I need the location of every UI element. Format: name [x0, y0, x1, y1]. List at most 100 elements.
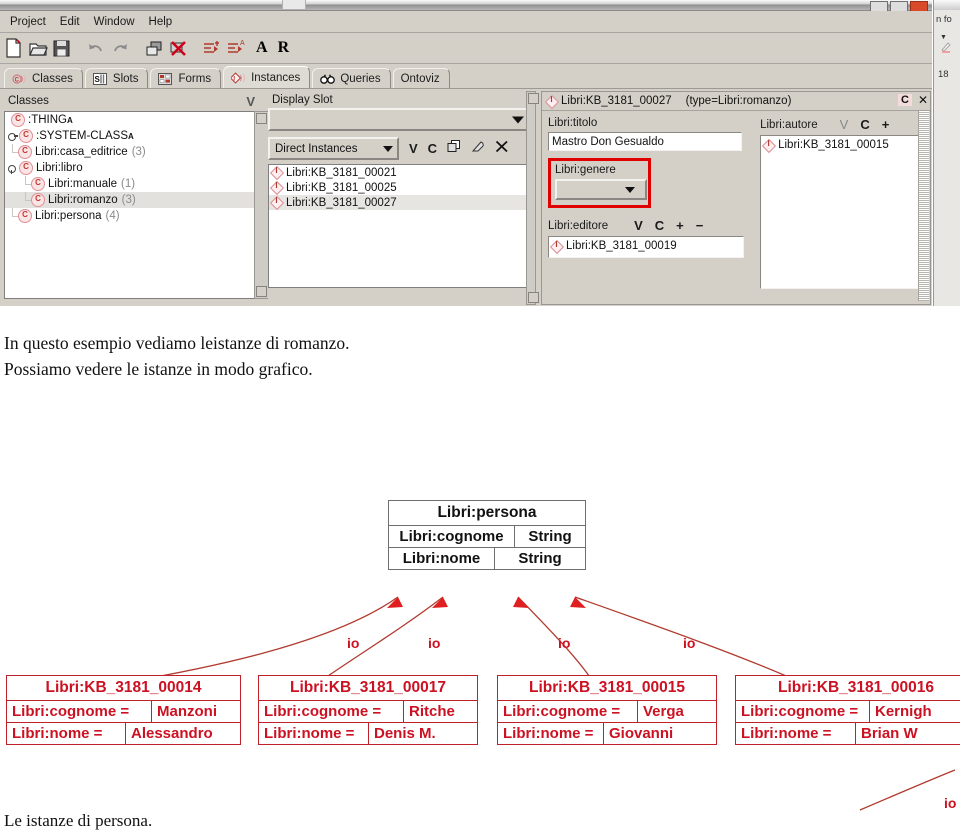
- undo-icon[interactable]: [86, 37, 106, 59]
- editore-create-button[interactable]: C: [655, 218, 664, 233]
- slot-value: Denis M.: [368, 723, 477, 744]
- autore-view-button[interactable]: V: [840, 117, 849, 132]
- tree-item-count: (4): [105, 210, 120, 222]
- list-item[interactable]: Libri:KB_3181_00019: [549, 237, 743, 255]
- instance-editor-title: Libri:KB_3181_00027: [561, 95, 672, 107]
- slot-value: Verga: [637, 701, 716, 722]
- create-instance-button[interactable]: C: [428, 141, 437, 156]
- menu-project[interactable]: Project: [4, 14, 54, 30]
- instance-box-title: Libri:KB_3181_00014: [45, 679, 202, 696]
- tab-classes[interactable]: C Classes: [4, 68, 83, 88]
- sliver-text-1: n fo: [936, 14, 952, 25]
- direct-instances-list[interactable]: Libri:KB_3181_00021 Libri:KB_3181_00025 …: [268, 164, 533, 288]
- class-icon: C: [19, 161, 33, 175]
- menu-help[interactable]: Help: [143, 14, 181, 30]
- instance-box-title-row: Libri:KB_3181_00014: [7, 676, 240, 700]
- instance-uml-box: Libri:KB_3181_00016 Libri:cognome = Kern…: [735, 675, 960, 745]
- editore-list[interactable]: Libri:KB_3181_00019: [548, 236, 744, 258]
- redo-icon[interactable]: [110, 37, 130, 59]
- list-item[interactable]: Libri:KB_3181_00015: [761, 136, 924, 154]
- class-tree[interactable]: C :THING A C :SYSTEM-CLASS A C Libri:cas…: [4, 111, 255, 299]
- menu-window[interactable]: Window: [88, 14, 143, 30]
- autore-header: Libri:autore V C +: [760, 117, 925, 132]
- close-icon[interactable]: ✕: [918, 93, 928, 107]
- instance-box-title: Libri:KB_3181_00015: [529, 679, 685, 696]
- list-item[interactable]: Libri:KB_3181_00027: [269, 195, 532, 210]
- classes-tree-scrollbar[interactable]: [254, 111, 269, 299]
- autore-create-button[interactable]: C: [860, 117, 869, 132]
- delete-icon[interactable]: [168, 37, 188, 59]
- tree-item-thing[interactable]: C :THING A: [5, 112, 255, 128]
- indent-icon[interactable]: [202, 37, 222, 59]
- expand-toggle-icon[interactable]: [7, 131, 18, 142]
- tree-item-romanzo[interactable]: C Libri:romanzo (3): [5, 192, 255, 208]
- slot-value: Manzoni: [151, 701, 240, 722]
- class-icon: C: [19, 129, 33, 143]
- open-project-icon[interactable]: [28, 37, 48, 59]
- sliver-highlight-icon[interactable]: [940, 42, 952, 55]
- instance-box-row: Libri:cognome = Ritche: [259, 700, 477, 722]
- tree-item-count: (3): [121, 194, 136, 206]
- editore-remove-button[interactable]: −: [696, 218, 704, 233]
- editor-right-column: Libri:autore V C + Libri:KB_: [756, 111, 930, 303]
- tab-instances-label: Instances: [251, 71, 301, 84]
- list-item[interactable]: Libri:KB_3181_00021: [269, 165, 532, 180]
- delete-icon[interactable]: [495, 140, 509, 158]
- protege-screenshot: Project Edit Window Help A A R C Classes…: [0, 0, 960, 310]
- classes-panel: Classes V C :THING A C:SYSTEM-CLASS A C…: [2, 91, 269, 303]
- tab-queries[interactable]: Queries: [312, 68, 391, 88]
- titolo-label: Libri:titolo: [548, 117, 598, 129]
- tab-forms-label: Forms: [178, 72, 212, 85]
- titolo-input[interactable]: Mastro Don Gesualdo: [548, 132, 742, 151]
- slot-name: Libri:nome =: [264, 725, 355, 742]
- class-icon: C: [31, 177, 45, 191]
- editor-scrollbar[interactable]: [918, 111, 929, 301]
- sliver-chevron-icon[interactable]: ▼: [940, 34, 947, 41]
- direct-instances-select[interactable]: Direct Instances: [268, 137, 399, 160]
- tab-queries-label: Queries: [340, 72, 381, 85]
- slot-value: Kernigh: [869, 701, 960, 722]
- toolbar-letter-a[interactable]: A: [256, 39, 268, 57]
- collapse-toggle-icon[interactable]: [7, 163, 18, 174]
- save-project-icon[interactable]: [52, 37, 72, 59]
- sort-icon[interactable]: A: [226, 37, 246, 59]
- editore-add-button[interactable]: +: [676, 218, 684, 233]
- instance-box-title-row: Libri:KB_3181_00016: [736, 676, 960, 700]
- chevron-down-icon: [383, 145, 393, 152]
- tree-item-manuale[interactable]: C Libri:manuale (1): [5, 176, 255, 192]
- tree-item-label: :SYSTEM-CLASS: [36, 130, 129, 142]
- display-slot-select[interactable]: [268, 108, 533, 131]
- tab-instances[interactable]: I Instances: [223, 66, 311, 88]
- tab-slots[interactable]: S Slots: [84, 68, 149, 88]
- classes-panel-title: Classes: [8, 95, 49, 107]
- editore-view-button[interactable]: V: [634, 218, 643, 233]
- tree-item-libro[interactable]: C Libri:libro: [5, 160, 255, 176]
- list-item[interactable]: Libri:KB_3181_00025: [269, 180, 532, 195]
- tree-connector: [7, 208, 18, 224]
- toolbar-letter-r[interactable]: R: [278, 39, 290, 57]
- editor-class-button[interactable]: C: [897, 94, 912, 106]
- instances-list-scrollbar[interactable]: [526, 91, 539, 305]
- tab-forms[interactable]: Forms: [150, 68, 222, 88]
- classes-view-button[interactable]: V: [246, 94, 255, 109]
- tab-ontoviz[interactable]: Ontoviz: [392, 68, 450, 88]
- autore-add-button[interactable]: +: [882, 117, 890, 132]
- tree-item-casa-editrice[interactable]: C Libri:casa_editrice (3): [5, 144, 255, 160]
- paragraph-line-2: Possiamo vedere le istanze in modo grafi…: [4, 359, 313, 380]
- paragraph-line-1: In questo esempio vediamo leistanze di r…: [4, 333, 350, 353]
- copy-icon[interactable]: [144, 37, 164, 59]
- menu-edit[interactable]: Edit: [54, 14, 88, 30]
- copy-icon[interactable]: [447, 139, 461, 158]
- genere-select[interactable]: [555, 179, 647, 200]
- tree-item-persona[interactable]: C Libri:persona (4): [5, 208, 255, 224]
- tree-item-label: Libri:romanzo: [48, 194, 118, 206]
- instances-toolbar: V C: [409, 139, 509, 158]
- paste-icon[interactable]: [471, 140, 485, 158]
- view-instance-button[interactable]: V: [409, 141, 418, 156]
- slot-name: Libri:cognome =: [741, 703, 859, 720]
- new-project-icon[interactable]: [4, 37, 24, 59]
- slot-name: Libri:nome =: [741, 725, 832, 742]
- tab-ontoviz-label: Ontoviz: [400, 72, 440, 85]
- tree-item-system-class[interactable]: C :SYSTEM-CLASS A: [5, 128, 255, 144]
- autore-list[interactable]: Libri:KB_3181_00015: [760, 135, 925, 289]
